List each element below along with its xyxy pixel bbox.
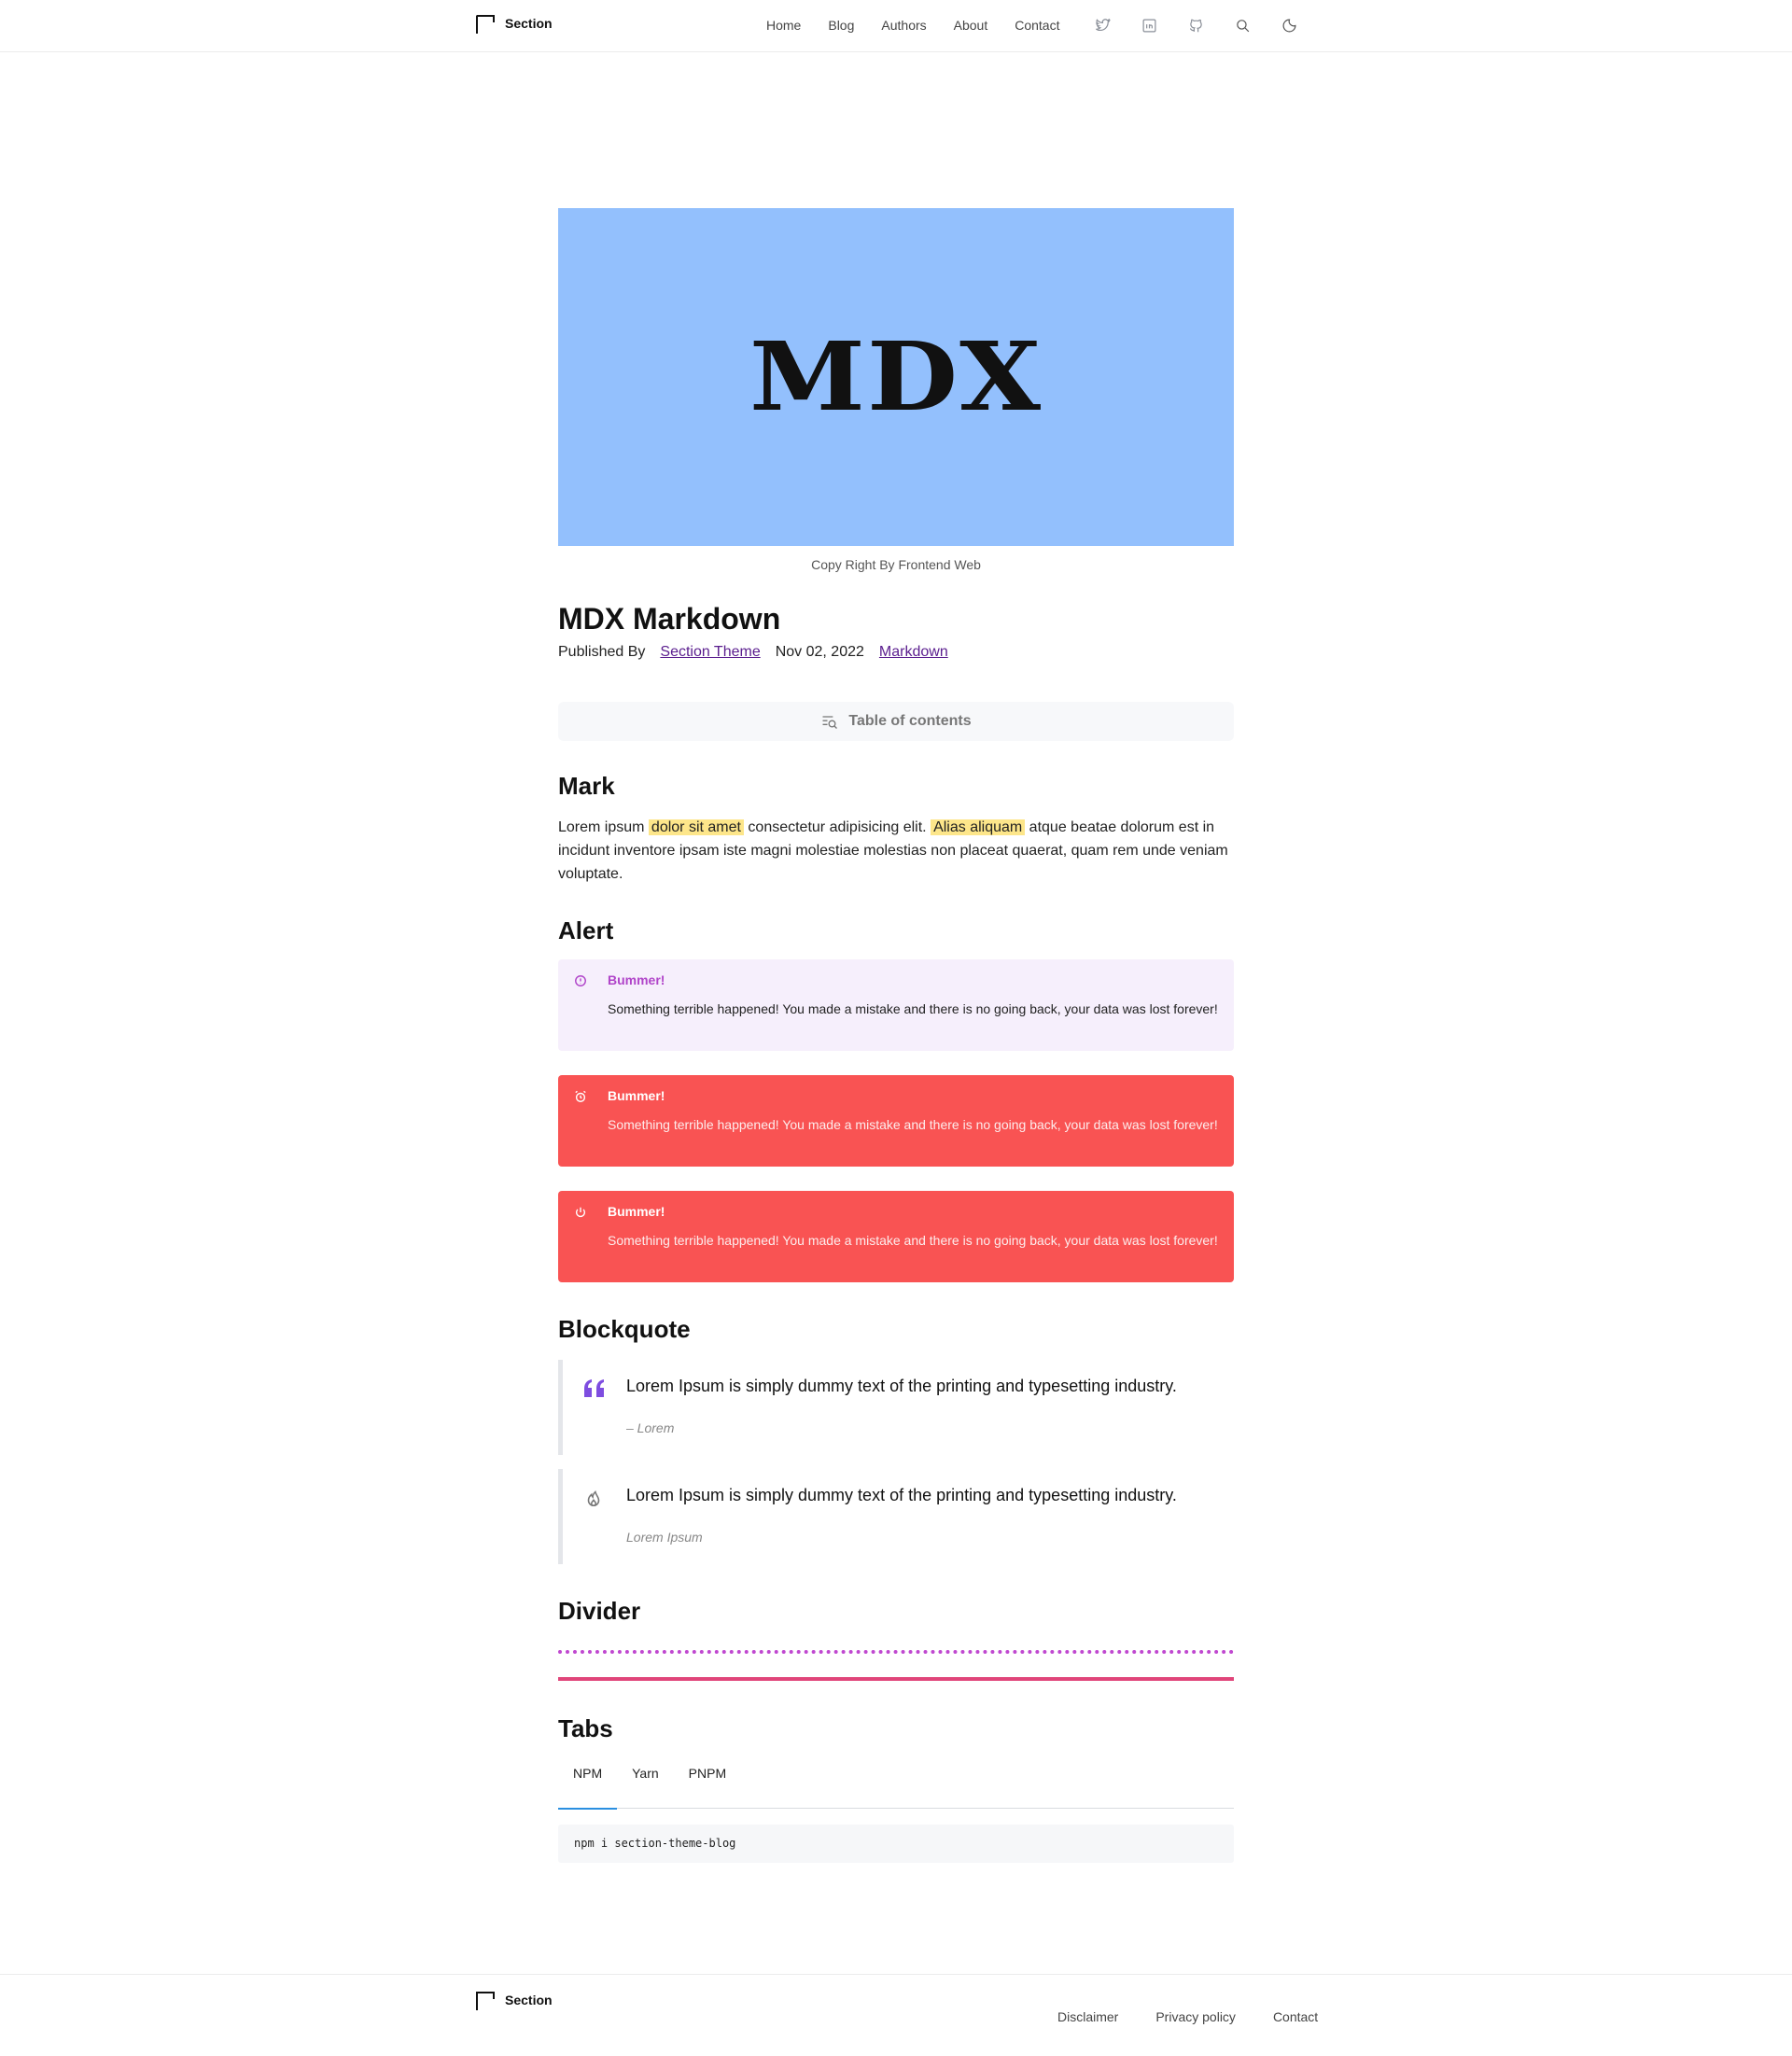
quote-author: Lorem Ipsum xyxy=(626,1530,703,1545)
quote-icon xyxy=(583,1378,606,1399)
blockquote: Lorem Ipsum is simply dummy text of the … xyxy=(558,1360,1234,1455)
alert-danger: Bummer! Something terrible happened! You… xyxy=(558,1191,1234,1282)
footer-brand-name: Section xyxy=(505,1993,553,2007)
linkedin-icon[interactable] xyxy=(1139,15,1159,35)
alarm-icon xyxy=(574,1090,589,1105)
footer-disclaimer-link[interactable]: Disclaimer xyxy=(1057,2009,1118,2024)
nav-home[interactable]: Home xyxy=(766,18,801,33)
brand-link[interactable]: Section xyxy=(475,14,553,34)
heading-divider: Divider xyxy=(558,1597,641,1625)
hero-caption: Copy Right By Frontend Web xyxy=(811,557,981,572)
highlight: dolor sit amet xyxy=(648,819,744,835)
search-icon[interactable] xyxy=(1232,15,1253,35)
site-header: Section Home Blog Authors About Contact xyxy=(0,0,1792,52)
footer-privacy-link[interactable]: Privacy policy xyxy=(1155,2009,1236,2024)
tab-npm[interactable]: NPM xyxy=(558,1755,618,1810)
alert-body: Something terrible happened! You made a … xyxy=(608,1001,1218,1016)
author-link[interactable]: Section Theme xyxy=(660,644,760,661)
toc-icon xyxy=(822,716,838,729)
logo-icon xyxy=(475,14,495,34)
footer-contact-link[interactable]: Contact xyxy=(1273,2009,1318,2024)
post-meta: Published By Section Theme Nov 02, 2022 … xyxy=(558,644,1234,661)
site-footer: Section Disclaimer Privacy policy Contac… xyxy=(0,1974,1792,2056)
alert-info: Bummer! Something terrible happened! You… xyxy=(558,959,1234,1051)
solid-divider xyxy=(558,1677,1234,1681)
highlight: Alias aliquam xyxy=(931,819,1026,835)
heading-blockquote: Blockquote xyxy=(558,1315,691,1343)
nav-authors[interactable]: Authors xyxy=(881,18,926,33)
published-by-label: Published By xyxy=(558,644,646,660)
footer-brand-link[interactable]: Section xyxy=(475,1991,553,2010)
main-nav: Home Blog Authors About Contact xyxy=(766,18,1086,33)
code-block: npm i section-theme-blog xyxy=(558,1825,1234,1863)
mark-paragraph: Lorem ipsum dolor sit amet consectetur a… xyxy=(558,816,1234,886)
footer-links: Disclaimer Privacy policy Contact xyxy=(1057,2009,1355,2024)
alert-title: Bummer! xyxy=(608,1088,665,1103)
alert-title: Bummer! xyxy=(608,972,665,987)
nav-about[interactable]: About xyxy=(954,18,988,33)
info-circle-icon xyxy=(574,974,589,989)
nav-contact[interactable]: Contact xyxy=(1015,18,1059,33)
quote-text: Lorem Ipsum is simply dummy text of the … xyxy=(626,1377,1177,1395)
power-icon xyxy=(574,1206,589,1221)
heading-mark: Mark xyxy=(558,772,615,800)
alert-danger: Bummer! Something terrible happened! You… xyxy=(558,1075,1234,1167)
nav-blog[interactable]: Blog xyxy=(828,18,854,33)
moon-icon[interactable] xyxy=(1279,15,1299,35)
dotted-divider xyxy=(558,1650,1234,1654)
alert-body: Something terrible happened! You made a … xyxy=(608,1117,1218,1132)
hero-image: MDX xyxy=(558,208,1234,546)
toc-label: Table of contents xyxy=(848,713,972,729)
twitter-icon[interactable] xyxy=(1092,15,1113,35)
text-run: Lorem ipsum xyxy=(558,819,649,835)
tab-yarn[interactable]: Yarn xyxy=(617,1755,674,1809)
github-icon[interactable] xyxy=(1185,15,1206,35)
heading-alert: Alert xyxy=(558,916,614,944)
logo-icon xyxy=(475,1991,495,2010)
quote-text: Lorem Ipsum is simply dummy text of the … xyxy=(626,1486,1177,1504)
table-of-contents-toggle[interactable]: Table of contents xyxy=(558,702,1234,741)
blockquote: Lorem Ipsum is simply dummy text of the … xyxy=(558,1469,1234,1564)
heading-tabs: Tabs xyxy=(558,1714,613,1742)
brand-name: Section xyxy=(505,16,553,31)
alert-title: Bummer! xyxy=(608,1204,665,1219)
tab-list: NPM Yarn PNPM xyxy=(558,1755,1234,1810)
alert-body: Something terrible happened! You made a … xyxy=(608,1233,1218,1248)
quote-author: – Lorem xyxy=(626,1420,675,1435)
hero-image-text: MDX xyxy=(749,322,1043,432)
tab-pnpm[interactable]: PNPM xyxy=(674,1755,741,1809)
category-link[interactable]: Markdown xyxy=(879,644,948,661)
post-date: Nov 02, 2022 xyxy=(775,644,864,660)
text-run: consectetur adipisicing elit. xyxy=(743,819,931,835)
post-title: MDX Markdown xyxy=(558,602,781,636)
header-icons xyxy=(1092,15,1325,35)
flame-icon xyxy=(583,1488,606,1508)
